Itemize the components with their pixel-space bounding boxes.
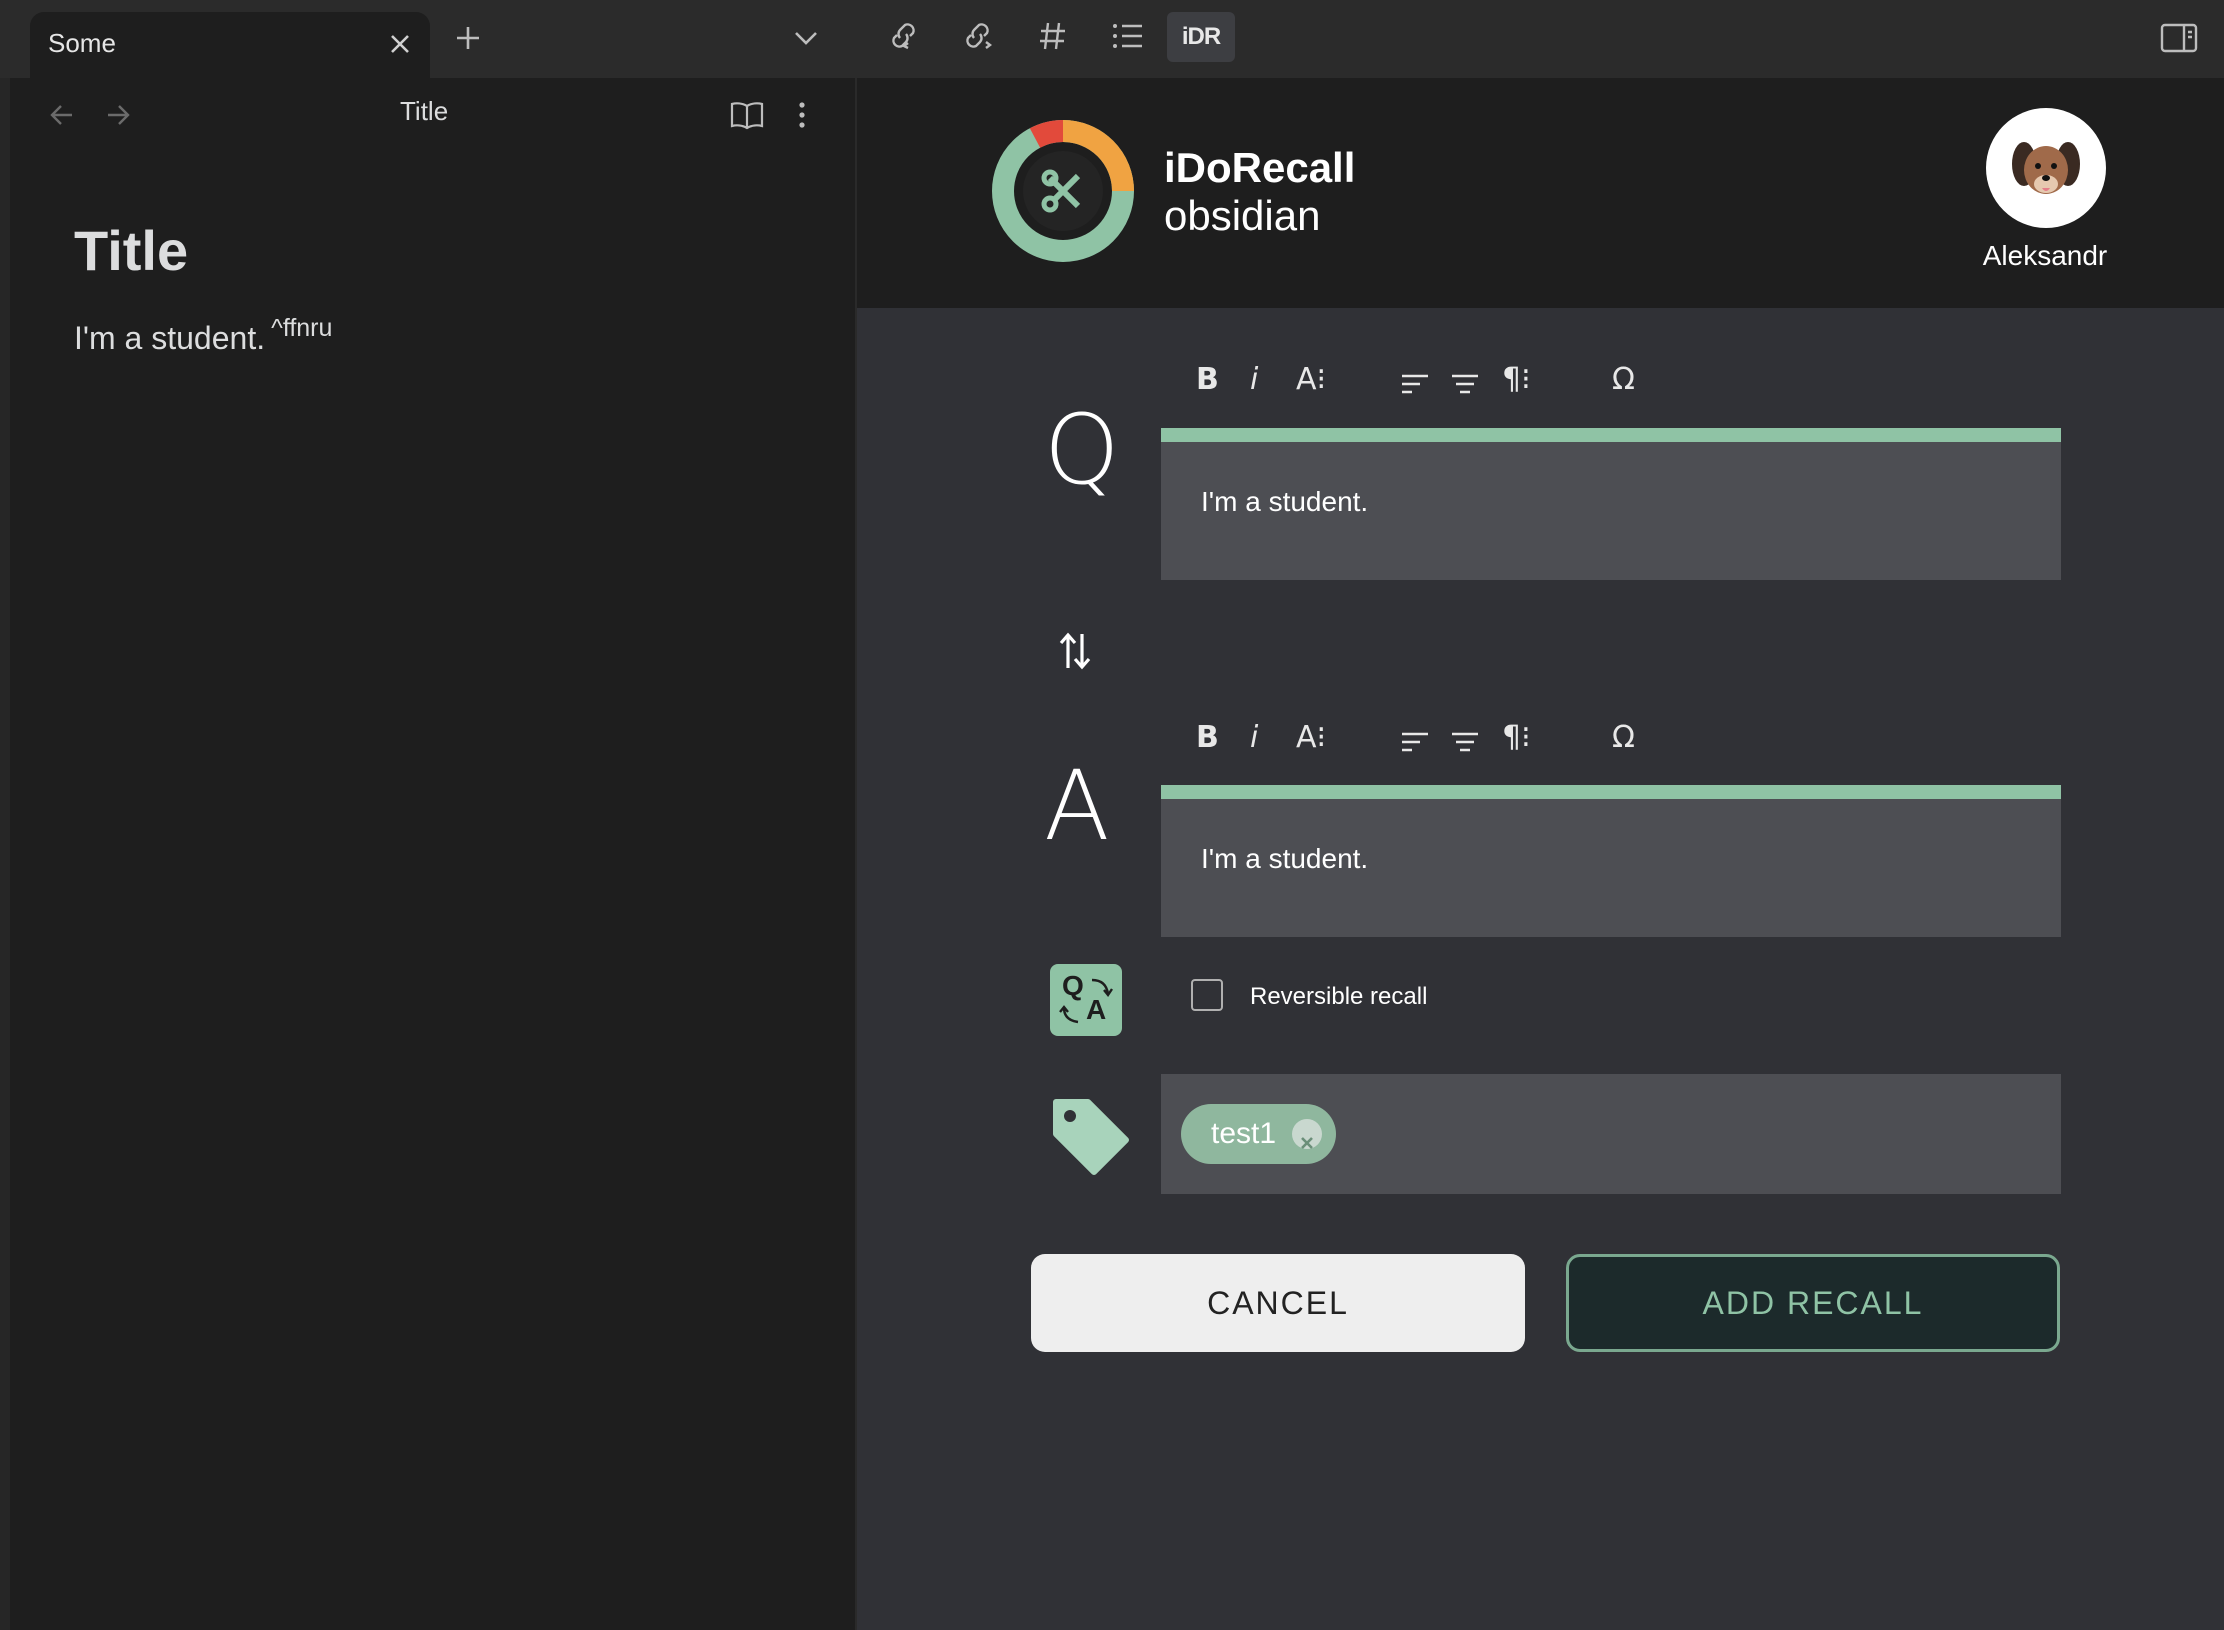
new-tab-plus-icon[interactable] xyxy=(454,24,482,52)
bold-button[interactable]: B xyxy=(1196,362,1219,397)
special-char-button[interactable]: Ω xyxy=(1612,362,1635,397)
document-text-line[interactable]: I'm a student. ^ffnru xyxy=(74,314,332,357)
question-editor[interactable]: I'm a student. xyxy=(1161,428,2061,580)
cancel-button[interactable]: CANCEL xyxy=(1031,1254,1525,1352)
answer-toolbar: B i A⁝ ¶⁝ Ω xyxy=(1196,720,1656,770)
swap-arrows-icon[interactable] xyxy=(1058,630,1094,672)
question-letter-icon: Q xyxy=(1044,394,1120,506)
forward-arrow-icon[interactable] xyxy=(104,102,132,128)
reversible-recall-checkbox[interactable] xyxy=(1191,979,1223,1011)
left-sidebar-edge xyxy=(0,78,10,1630)
italic-button[interactable]: i xyxy=(1250,362,1258,397)
tab-title: Some xyxy=(48,28,116,58)
remove-tag-button[interactable] xyxy=(1292,1119,1323,1149)
outgoing-link-icon[interactable] xyxy=(960,18,996,54)
right-sidebar-toggle-icon[interactable] xyxy=(2160,22,2198,54)
idr-text: iDR xyxy=(1181,23,1221,50)
idorecall-ribbon-icon[interactable]: iDR xyxy=(1167,12,1235,62)
reading-view-book-icon[interactable] xyxy=(730,100,764,130)
tab-active[interactable]: Some xyxy=(30,12,430,78)
tag-chip-label: test1 xyxy=(1211,1117,1277,1150)
bold-button[interactable]: B xyxy=(1196,720,1219,755)
user-name: Aleksandr xyxy=(1982,240,2108,271)
add-recall-button[interactable]: ADD RECALL xyxy=(1566,1254,2060,1352)
brand-subtitle: obsidian xyxy=(1164,192,1321,239)
align-center-icon[interactable] xyxy=(1450,730,1480,754)
reversible-recall-label: Reversible recall xyxy=(1250,983,1428,1010)
question-toolbar: B i A⁝ ¶⁝ Ω xyxy=(1196,362,1656,412)
align-left-icon[interactable] xyxy=(1400,372,1430,396)
document-title: Title xyxy=(74,219,189,282)
outline-list-icon[interactable] xyxy=(1112,22,1144,50)
italic-button[interactable]: i xyxy=(1250,720,1258,755)
block-id: ^ffnru xyxy=(271,314,333,342)
paragraph-button[interactable]: ¶⁝ xyxy=(1502,720,1531,755)
more-options-icon[interactable] xyxy=(796,100,808,130)
font-size-button[interactable]: A⁝ xyxy=(1296,720,1326,755)
answer-text: I'm a student. xyxy=(1201,843,1369,874)
close-icon[interactable] xyxy=(386,30,414,58)
answer-letter-icon: A xyxy=(1044,750,1110,862)
align-center-icon[interactable] xyxy=(1450,372,1480,396)
reversible-qa-icon: Q A xyxy=(1050,964,1122,1036)
question-text: I'm a student. xyxy=(1201,486,1369,517)
font-size-button[interactable]: A⁝ xyxy=(1296,362,1326,397)
align-left-icon[interactable] xyxy=(1400,730,1430,754)
dog-avatar-icon xyxy=(2012,142,2080,194)
avatar[interactable] xyxy=(1986,108,2106,228)
paragraph-button[interactable]: ¶⁝ xyxy=(1502,362,1531,397)
hashtag-icon[interactable] xyxy=(1038,20,1068,52)
pane-header-title: Title xyxy=(400,96,449,126)
top-bar: Some iDR xyxy=(0,0,2224,78)
tag-chip: test1 xyxy=(1181,1104,1337,1164)
close-icon xyxy=(1301,1137,1313,1149)
brand-name: iDoRecall xyxy=(1164,144,1356,191)
document-sentence: I'm a student. xyxy=(74,320,266,356)
back-arrow-icon[interactable] xyxy=(48,102,76,128)
tags-input[interactable]: test1 xyxy=(1161,1074,2061,1194)
note-pane xyxy=(10,78,855,1630)
answer-editor[interactable]: I'm a student. xyxy=(1161,785,2061,937)
backlink-icon[interactable] xyxy=(886,18,922,54)
chevron-down-icon[interactable] xyxy=(792,28,820,48)
tag-icon xyxy=(1053,1099,1129,1175)
idorecall-logo-icon xyxy=(992,120,1134,262)
special-char-button[interactable]: Ω xyxy=(1612,720,1635,755)
